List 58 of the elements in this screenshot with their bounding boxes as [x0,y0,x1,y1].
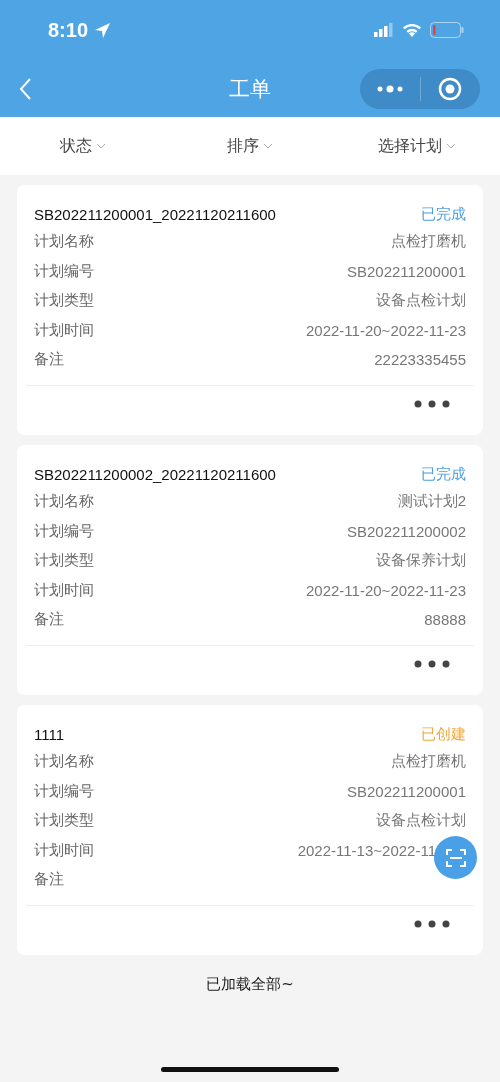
filter-dropdown[interactable]: 排序 [166,134,334,158]
field-label: 备注 [34,350,64,370]
field-label: 计划名称 [34,752,94,772]
location-arrow-icon [94,21,112,39]
field-value: 2022-11-13~2022-11 [297,841,436,859]
more-icon[interactable] [414,399,450,408]
field-value: 88888 [424,611,466,629]
field-label: 计划类型 [34,551,94,571]
more-icon [376,84,403,93]
more-icon[interactable] [414,659,450,668]
target-icon [438,76,463,101]
scan-icon [445,848,466,867]
battery-icon [430,22,464,38]
signal-icon [374,23,394,37]
field-value: 22223335455 [374,351,466,369]
work-order-card[interactable]: SB202211200002_20221120211600 已完成 计划名称 测试计划2 计划编号 SB202211200002 计划类型 设备保养计划 计划时间 2022-11-20~2022-11-23 备注 88888 [17,445,483,695]
page-title: 工单 [229,75,271,103]
chevron-down-icon [445,143,456,149]
field-label: 计划编号 [34,781,94,801]
order-status: 已完成 [421,464,466,484]
field-label: 计划类型 [34,811,94,831]
field-label: 备注 [34,870,64,890]
field-value: SB202211200001 [347,782,466,800]
field-value: 设备点检计划 [376,811,466,831]
order-title: SB202211200001_20221120211600 [34,205,276,223]
filter-dropdown[interactable]: 状态 [0,134,167,158]
more-icon[interactable] [414,919,450,928]
field-value: 2022-11-20~2022-11-23 [306,581,466,599]
field-value: 2022-11-20~2022-11-23 [306,321,466,339]
field-label: 计划时间 [34,840,94,860]
field-value: SB202211200001 [347,262,466,280]
field-label: 备注 [34,610,64,630]
filter-dropdown[interactable]: 选择计划 [333,134,500,158]
field-value: SB202211200002 [347,522,466,540]
order-title: 1111 [34,725,65,743]
field-label: 计划编号 [34,261,94,281]
field-value: 测试计划2 [397,492,466,512]
order-status: 已完成 [421,204,466,224]
field-value: 设备保养计划 [376,551,466,571]
field-label: 计划类型 [34,291,94,311]
chevron-down-icon [263,143,273,149]
load-complete-text: 已加载全部~ [206,975,294,994]
field-value: 点检打磨机 [391,232,466,252]
field-label: 计划名称 [34,492,94,512]
field-label: 计划名称 [34,232,94,252]
field-value: 设备点检计划 [376,291,466,311]
clock-time: 8:10 [48,18,89,42]
field-value: 点检打磨机 [391,752,466,772]
field-label: 计划时间 [34,320,94,340]
order-status: 已创建 [421,724,466,744]
field-label: 计划时间 [34,580,94,600]
field-label: 计划编号 [34,521,94,541]
back-icon[interactable] [18,76,32,101]
chevron-down-icon [96,143,107,149]
work-order-card[interactable]: 1111 已创建 计划名称 点检打磨机 计划编号 SB202211200001 计划类型 设备点检计划 计划时间 2022-11-13~2022-11 备注 [17,705,483,955]
order-title: SB202211200002_20221120211600 [34,465,276,483]
wifi-icon [402,23,422,37]
work-order-card[interactable]: SB202211200001_20221120211600 已完成 计划名称 点检打磨机 计划编号 SB202211200001 计划类型 设备点检计划 计划时间 2022-11-20~2022-11-23 备注 22223335455 [17,185,483,435]
